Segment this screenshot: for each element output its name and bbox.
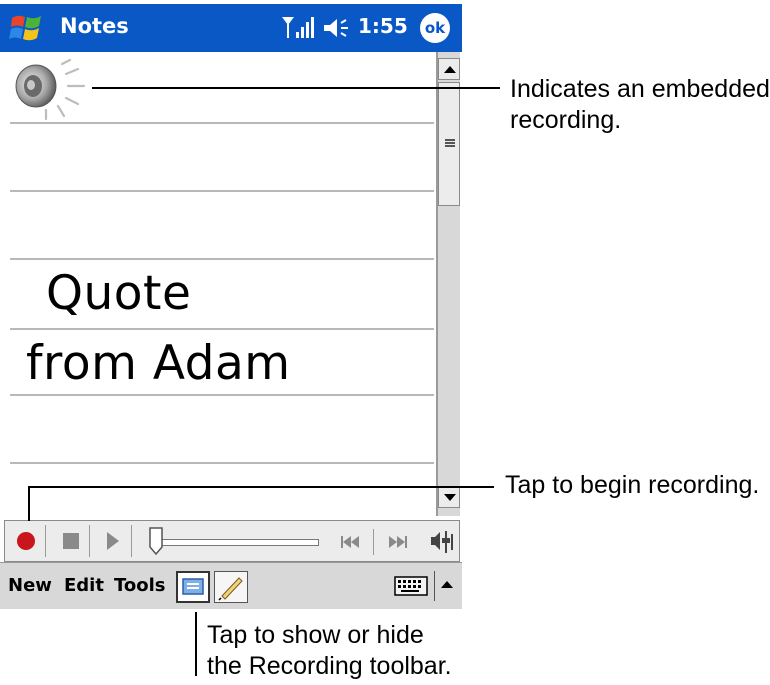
scroll-down-button[interactable]: [438, 486, 460, 508]
volume-control-icon[interactable]: [429, 525, 457, 557]
keyboard-icon[interactable]: [394, 573, 428, 599]
skip-back-icon[interactable]: [329, 527, 371, 557]
app-title: Notes: [60, 14, 129, 38]
scroll-up-button[interactable]: [438, 58, 460, 80]
clock: 1:55: [358, 14, 408, 38]
up-arrow-icon: [441, 581, 453, 588]
down-arrow-icon: [444, 494, 456, 501]
record-icon: [17, 532, 35, 550]
scroll-thumb[interactable]: [438, 82, 460, 206]
recording-toolbar-toggle-button[interactable]: [176, 571, 210, 603]
grip-icon: [445, 139, 455, 147]
speaker-recording-icon[interactable]: [12, 58, 92, 120]
callout-leader-line: [28, 486, 494, 488]
menu-edit[interactable]: Edit: [64, 575, 104, 596]
callout-leader-line: [195, 612, 197, 676]
menu-new[interactable]: New: [8, 575, 52, 596]
note-rule: [10, 394, 434, 396]
callout-text-line: Indicates an embedded: [510, 75, 770, 103]
note-rule: [10, 462, 434, 464]
slider-thumb[interactable]: [149, 527, 163, 555]
note-rule: [10, 328, 434, 330]
input-panel-arrow[interactable]: [434, 571, 459, 601]
callout-toolbar-toggle: Tap to show or hide the Recording toolba…: [207, 620, 452, 682]
pocketpc-screen: Notes 1:55 ok Quote from Adam New Edit T…: [0, 0, 462, 628]
note-text-line: Quote: [46, 266, 192, 321]
separator: [373, 529, 374, 555]
stop-button[interactable]: [53, 525, 90, 557]
up-arrow-icon: [444, 66, 456, 73]
vertical-scrollbar[interactable]: [436, 52, 460, 516]
note-rule: [10, 190, 434, 192]
pen-icon: [218, 577, 243, 601]
callout-text-line: Tap to show or hide: [207, 621, 424, 649]
recording-toolbar-icon: [182, 578, 204, 595]
callout-begin-recording: Tap to begin recording.: [505, 471, 760, 499]
start-flag-icon[interactable]: [8, 12, 46, 44]
callout-embedded-recording: Indicates an embedded recording.: [510, 74, 770, 136]
callout-leader-line: [28, 487, 30, 521]
note-canvas[interactable]: Quote from Adam: [10, 52, 434, 492]
stop-icon: [63, 533, 79, 549]
playback-slider[interactable]: [141, 527, 321, 557]
note-rule: [10, 258, 434, 260]
callout-leader-line: [92, 87, 500, 89]
signal-icon[interactable]: [280, 14, 316, 40]
recording-toolbar: [4, 520, 460, 562]
pen-button[interactable]: [214, 571, 248, 603]
note-text-line: from Adam: [26, 336, 291, 391]
callout-text-line: the Recording toolbar.: [207, 652, 452, 680]
play-button[interactable]: [95, 525, 132, 557]
record-button[interactable]: [9, 525, 46, 557]
slider-track: [155, 539, 319, 546]
title-bar: Notes 1:55 ok: [0, 4, 462, 52]
skip-forward-icon[interactable]: [379, 527, 421, 557]
ok-button[interactable]: ok: [420, 13, 450, 43]
callout-text-line: recording.: [510, 106, 622, 134]
play-icon: [107, 532, 119, 550]
note-rule: [10, 122, 434, 124]
menu-bar: New Edit Tools: [0, 562, 462, 609]
menu-tools[interactable]: Tools: [114, 575, 166, 596]
volume-icon[interactable]: [322, 16, 352, 40]
